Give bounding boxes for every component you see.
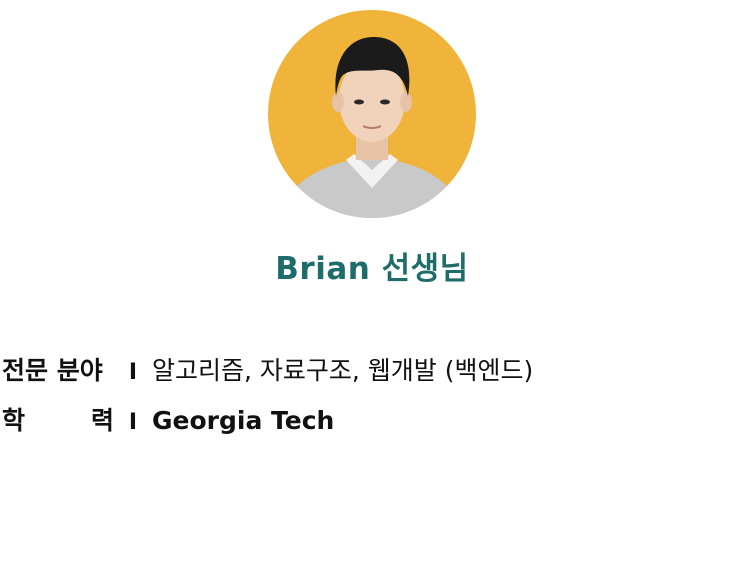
teacher-avatar: [268, 10, 476, 218]
education-value: Georgia Tech: [152, 406, 335, 435]
info-row-education: 학 력 I Georgia Tech: [2, 401, 334, 437]
education-separator: I: [128, 410, 138, 435]
info-row-expertise: 전문 분야 I 알고리즘, 자료구조, 웹개발 (백엔드): [2, 351, 533, 387]
education-label-right: 력: [90, 406, 114, 435]
teacher-name: Brian 선생님: [275, 251, 469, 287]
expertise-separator: I: [128, 360, 138, 385]
education-label-left: 학: [2, 406, 26, 435]
education-label: 학 력: [2, 401, 114, 437]
teacher-photo: [268, 10, 476, 218]
expertise-value: 알고리즘, 자료구조, 웹개발 (백엔드): [152, 356, 534, 385]
expertise-label: 전문 분야: [2, 356, 103, 385]
